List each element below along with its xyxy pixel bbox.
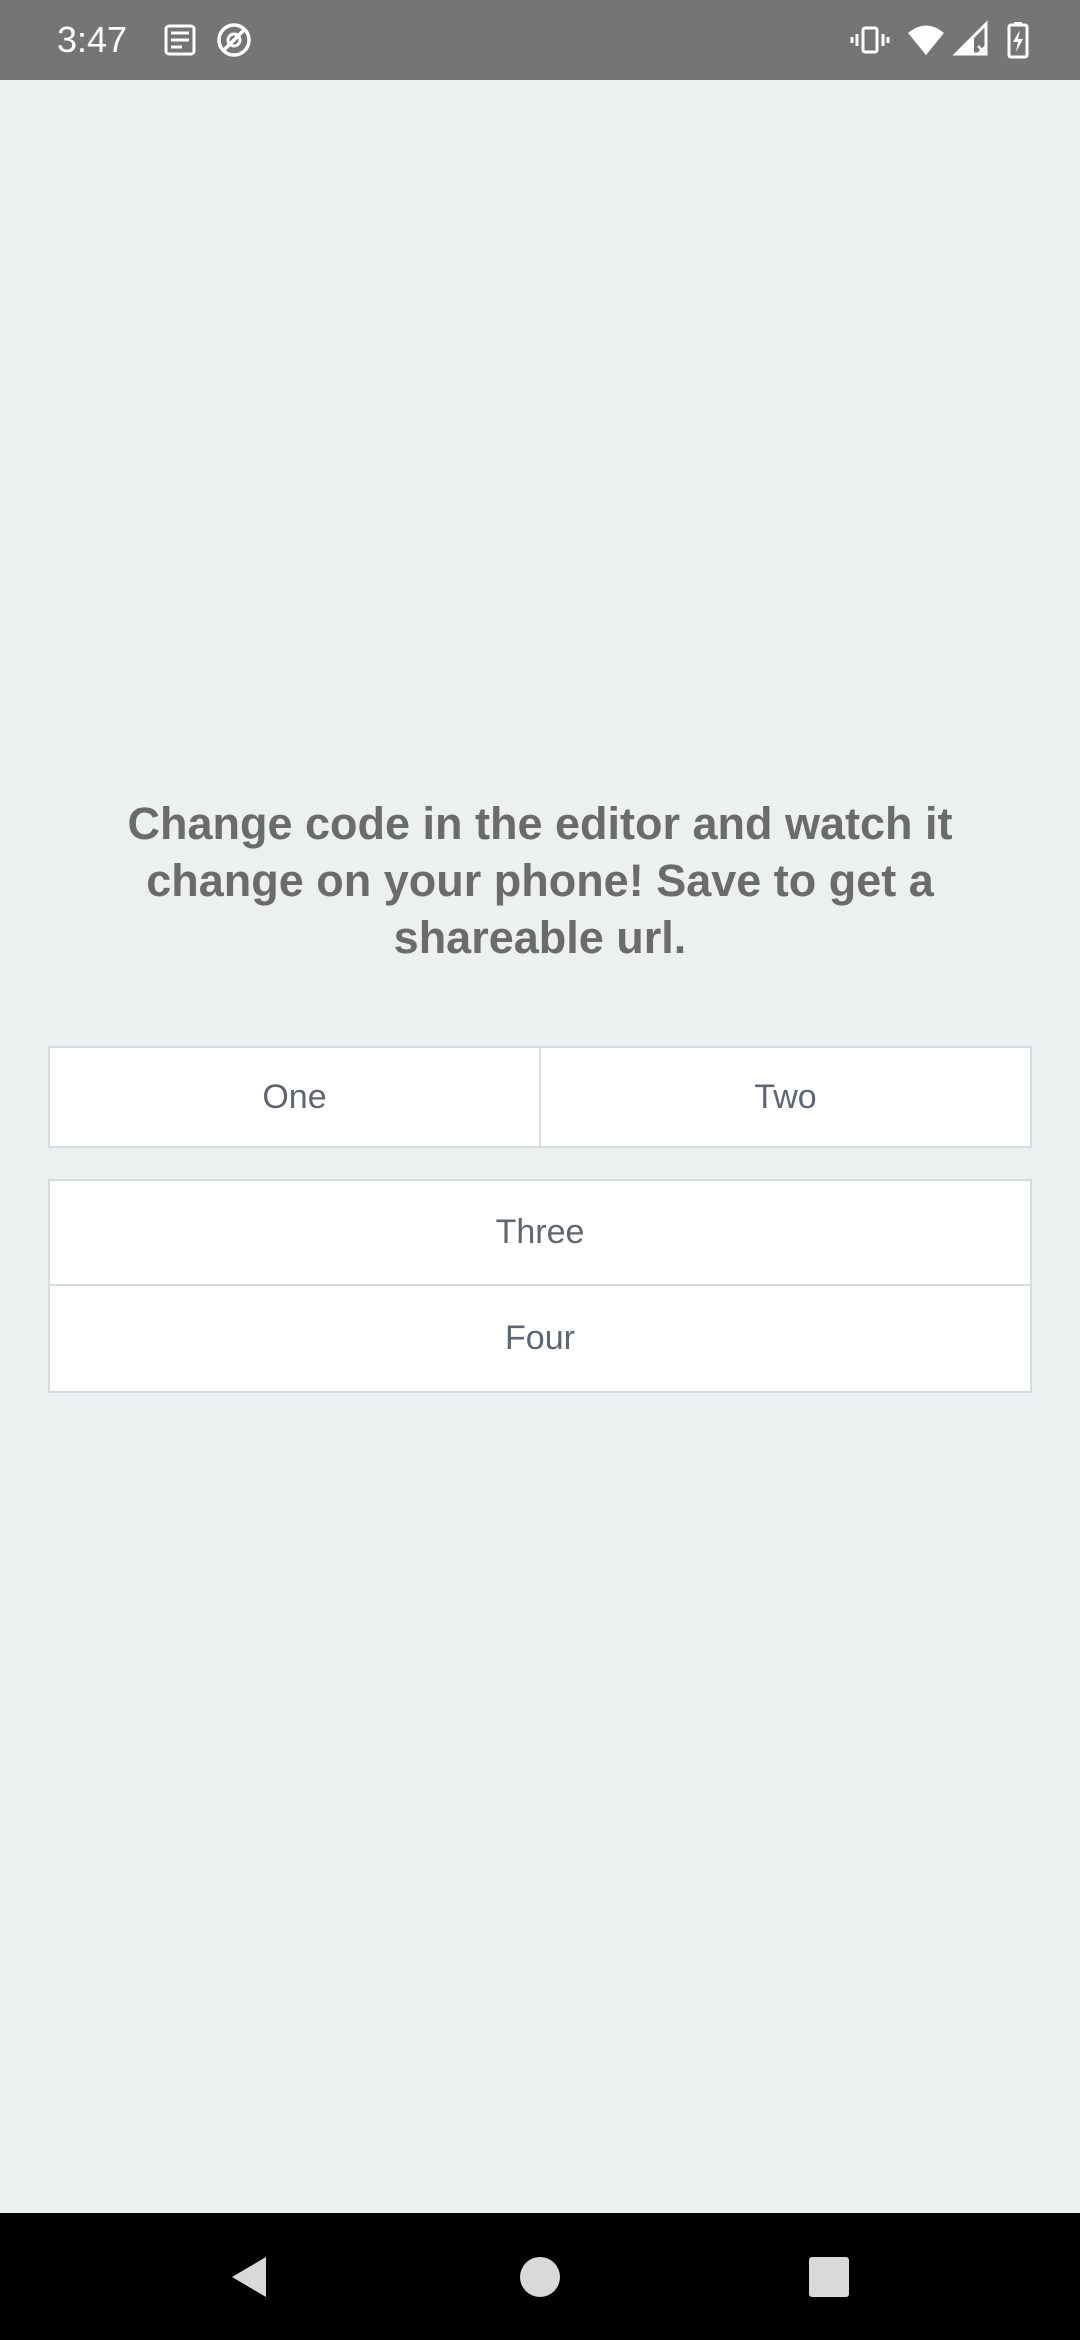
wifi-icon xyxy=(906,20,946,60)
navigation-bar xyxy=(0,2213,1080,2340)
three-button[interactable]: Three xyxy=(48,1179,1032,1286)
back-icon[interactable] xyxy=(211,2239,287,2315)
instruction-text: Change code in the editor and watch it c… xyxy=(127,798,953,963)
two-button[interactable]: Two xyxy=(541,1046,1032,1148)
news-icon xyxy=(160,20,200,60)
one-button[interactable]: One xyxy=(48,1046,541,1148)
signal-icon xyxy=(952,20,992,60)
button-row: One Two xyxy=(48,1046,1032,1148)
status-time: 3:47 xyxy=(57,19,128,60)
button-stack: Three Four xyxy=(48,1179,1032,1393)
battery-charging-icon xyxy=(998,20,1038,60)
four-button[interactable]: Four xyxy=(48,1286,1032,1393)
status-bar: 3:47 xyxy=(0,0,1080,80)
vibrate-icon xyxy=(850,20,890,60)
home-icon[interactable] xyxy=(502,2239,578,2315)
do-not-disturb-icon xyxy=(214,20,254,60)
recents-icon[interactable] xyxy=(791,2239,867,2315)
